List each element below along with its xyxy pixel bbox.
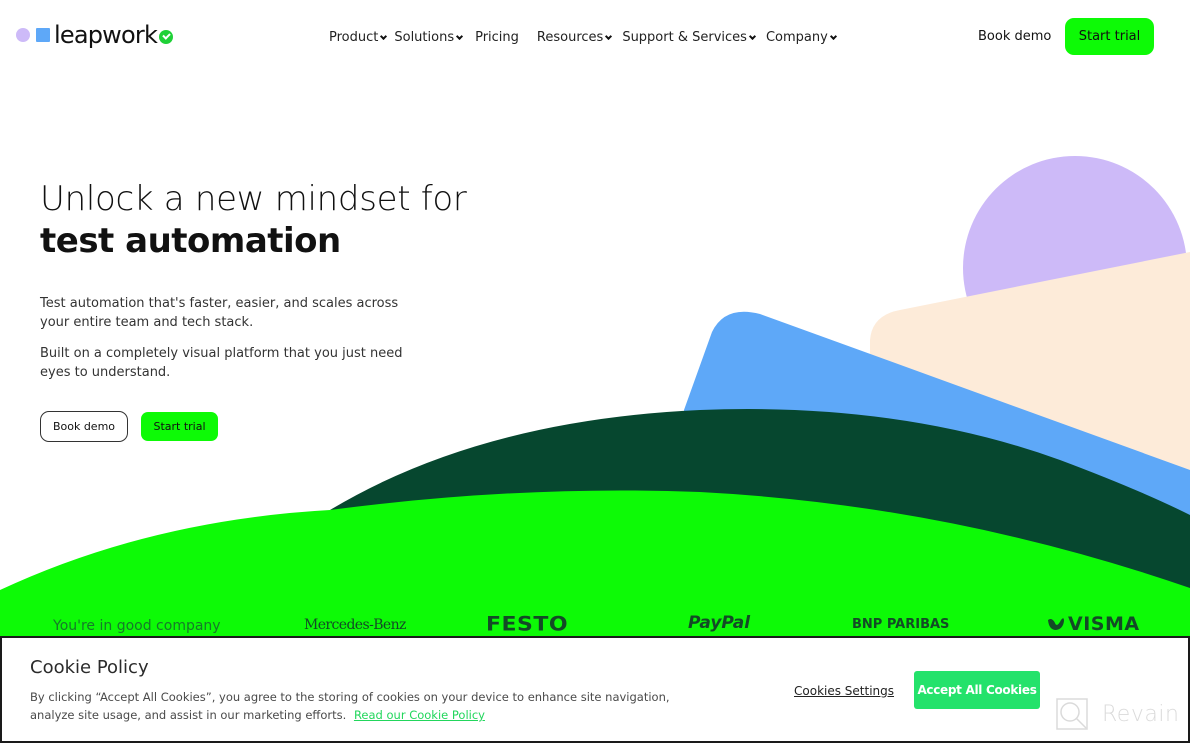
chevron-down-icon bbox=[829, 32, 837, 40]
mercedes-benz-logo: Mercedes-Benz bbox=[304, 617, 406, 633]
revain-text: Revain bbox=[1102, 701, 1180, 727]
chevron-down-icon bbox=[456, 32, 464, 40]
chevron-down-icon bbox=[748, 32, 756, 40]
chevron-down-icon bbox=[605, 32, 613, 40]
nav-item-company[interactable]: Company bbox=[765, 30, 837, 45]
revain-logo-icon bbox=[1056, 698, 1088, 730]
hero-title-line2: test automation bbox=[40, 221, 341, 261]
bnp-paribas-logo: BNP PARIBAS bbox=[852, 617, 950, 632]
hero-heading: Unlock a new mindset for test automation bbox=[40, 178, 467, 262]
cookie-title: Cookie Policy bbox=[30, 657, 149, 678]
cookies-settings-button[interactable]: Cookies Settings bbox=[794, 684, 894, 698]
nav-item-label: Pricing bbox=[475, 30, 519, 45]
chevron-down-icon bbox=[380, 32, 388, 40]
nav-item-label: Product bbox=[329, 30, 379, 45]
nav-item-resources[interactable]: Resources bbox=[536, 30, 613, 45]
festo-logo: FESTO bbox=[486, 613, 569, 636]
logo-wordmark: leapwork bbox=[54, 21, 158, 49]
visma-wordmark: VISMA bbox=[1068, 613, 1140, 635]
nav-item-solutions[interactable]: Solutions bbox=[394, 30, 464, 45]
hero-paragraph-2: Built on a completely visual platform th… bbox=[40, 346, 403, 380]
read-cookie-policy-link[interactable]: Read our Cookie Policy bbox=[354, 708, 485, 722]
cookie-description: By clicking “Accept All Cookies”, you ag… bbox=[30, 690, 670, 722]
main-nav: Product Solutions Pricing Resources Supp… bbox=[329, 30, 837, 45]
nav-item-product[interactable]: Product bbox=[329, 30, 388, 45]
logo-square-icon bbox=[36, 28, 50, 42]
nav-item-pricing[interactable]: Pricing bbox=[475, 30, 519, 45]
header-book-demo-link[interactable]: Book demo bbox=[978, 29, 1051, 44]
revain-watermark: Revain bbox=[1056, 698, 1179, 730]
paypal-logo: PayPal bbox=[688, 613, 751, 633]
hero-title-line1: Unlock a new mindset for bbox=[40, 179, 467, 219]
hero-paragraph-1: Test automation that's faster, easier, a… bbox=[40, 296, 399, 330]
nav-item-label: Company bbox=[765, 30, 828, 45]
nav-item-support-services[interactable]: Support & Services bbox=[622, 30, 756, 45]
logo-circle-icon bbox=[16, 28, 30, 42]
hero-book-demo-button[interactable]: Book demo bbox=[40, 411, 128, 442]
clients-label: You're in good company bbox=[53, 618, 221, 634]
accept-all-cookies-button[interactable]: Accept All Cookies bbox=[914, 671, 1040, 709]
leapwork-logo[interactable]: leapwork bbox=[16, 21, 174, 49]
site-header: leapwork Product Solutions Pricing Resou… bbox=[0, 0, 1190, 76]
cookie-banner: Cookie Policy By clicking “Accept All Co… bbox=[0, 636, 1190, 743]
logo-check-icon bbox=[159, 30, 174, 44]
header-start-trial-button[interactable]: Start trial bbox=[1065, 18, 1154, 55]
visma-logo: VISMA bbox=[1047, 613, 1140, 635]
client-logos-row: You're in good company Mercedes-Benz FES… bbox=[0, 610, 1190, 636]
nav-item-label: Solutions bbox=[394, 30, 455, 45]
nav-item-label: Resources bbox=[536, 30, 604, 45]
cookie-text: By clicking “Accept All Cookies”, you ag… bbox=[30, 688, 670, 724]
visma-mark-icon bbox=[1048, 618, 1064, 630]
hero-start-trial-button[interactable]: Start trial bbox=[141, 412, 218, 441]
nav-item-label: Support & Services bbox=[622, 30, 747, 45]
